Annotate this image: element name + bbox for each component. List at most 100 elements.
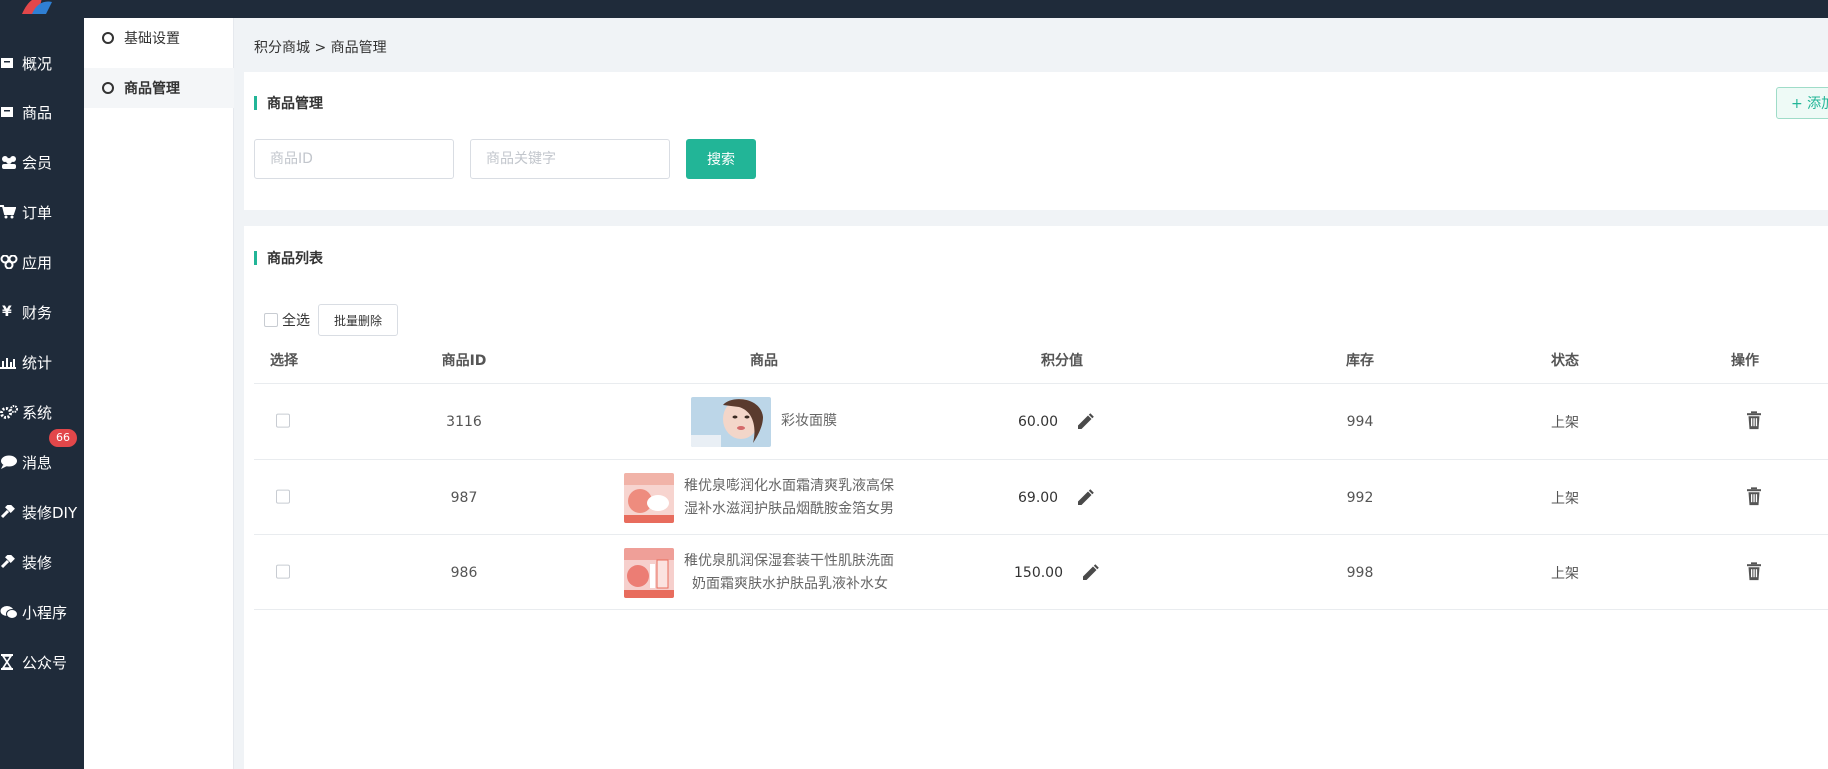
product-name[interactable]: 稚优泉嘭润化水面霜清爽乳液高保 湿补水滋润护肤品烟酰胺金箔女男 (684, 475, 894, 521)
subnav-item-label: 基础设置 (124, 31, 180, 47)
sidebar-item-label: 系统 (22, 403, 53, 422)
row-checkbox[interactable] (276, 564, 290, 579)
table-row: 3116 彩妆面膜 60.00 994 上架 (244, 384, 1828, 459)
apps-icon (0, 255, 20, 269)
product-cell: 稚优泉肌润保湿套装干性肌肤洗面 奶面霜爽肤水护肤品乳液补水女 (624, 547, 894, 598)
trash-icon[interactable] (1746, 410, 1762, 429)
batch-delete-button[interactable]: 批量删除 (318, 304, 398, 336)
brand-logo (22, 0, 52, 14)
subnav-item-label: 商品管理 (124, 81, 180, 97)
column-header-select: 选择 (270, 353, 298, 369)
product-thumbnail (624, 547, 674, 598)
sidebar-item-stats[interactable]: 统计 (0, 346, 84, 378)
divider (254, 609, 1828, 610)
list-title: 商品列表 (267, 251, 323, 267)
pencil-icon[interactable] (1081, 563, 1099, 582)
message-count-badge: 66 (49, 429, 77, 447)
points-cell: 69.00 (1018, 488, 1094, 507)
sidebar-item-messages[interactable]: 消息 (0, 446, 84, 478)
filter-card: 商品管理 + 添加 搜索 (244, 72, 1828, 210)
product-cell: 彩妆面膜 (691, 396, 837, 447)
sidebar-item-label: 统计 (22, 353, 53, 372)
product-name[interactable]: 彩妆面膜 (781, 410, 837, 433)
list-toolbar: 全选 批量删除 (264, 304, 398, 336)
sidebar-item-decor[interactable]: 装修 (0, 546, 84, 578)
subnav-item-goods-management[interactable]: 商品管理 (84, 68, 234, 108)
product-name-line: 奶面霜爽肤水护肤品乳液补水女 (692, 575, 888, 592)
box-icon (0, 105, 20, 119)
sidebar-item-label: 商品 (22, 103, 53, 122)
hammer-icon (0, 555, 20, 569)
yen-icon: ¥ (2, 304, 12, 320)
table-row: 987 稚优泉嘭润化水面霜清爽乳液高保 湿补水滋润护肤品烟酰胺金箔女男 69.0… (244, 460, 1828, 535)
product-keyword-input[interactable] (470, 139, 670, 179)
users-icon (0, 155, 20, 169)
box-icon (0, 56, 20, 70)
section-title: 商品列表 (254, 248, 323, 268)
hourglass-icon (0, 654, 20, 670)
points-cell: 150.00 (1014, 563, 1099, 582)
sidebar-item-system[interactable]: 系统 (0, 396, 84, 428)
sub-sidebar: 基础设置 商品管理 (84, 18, 234, 769)
sidebar-item-label: 公众号 (22, 653, 68, 672)
sidebar-item-miniprogram[interactable]: 小程序 (0, 596, 84, 628)
status-value: 上架 (1551, 414, 1579, 431)
product-name-line: 彩妆面膜 (781, 413, 837, 429)
trash-icon[interactable] (1746, 561, 1762, 580)
subnav-item-basic-settings[interactable]: 基础设置 (84, 18, 234, 58)
column-header-status: 状态 (1551, 353, 1579, 369)
sidebar-item-official-account[interactable]: 公众号 (0, 646, 84, 678)
status-value: 上架 (1551, 490, 1579, 507)
column-header-product: 商品 (750, 353, 778, 369)
sidebar-item-label: 应用 (22, 253, 53, 272)
sidebar-item-goods[interactable]: 商品 (0, 96, 84, 128)
product-name-line: 稚优泉嘭润化水面霜清爽乳液高保 (684, 477, 894, 494)
sidebar-item-label: 会员 (22, 153, 53, 172)
title-accent-bar (254, 96, 257, 110)
row-checkbox[interactable] (276, 489, 290, 504)
sidebar-item-overview[interactable]: 概况 (0, 47, 84, 79)
filter-title: 商品管理 (267, 96, 323, 112)
select-all-checkbox[interactable] (264, 313, 278, 327)
points-value: 60.00 (1018, 413, 1059, 430)
sidebar-item-label: 财务 (22, 303, 53, 322)
stock-value: 992 (1346, 489, 1374, 506)
column-header-id: 商品ID (441, 353, 487, 369)
column-header-actions: 操作 (1731, 353, 1759, 369)
product-name[interactable]: 稚优泉肌润保湿套装干性肌肤洗面 奶面霜爽肤水护肤品乳液补水女 (684, 550, 894, 596)
add-product-button[interactable]: + 添加 (1776, 87, 1828, 119)
sidebar-item-label: 装修DIY (22, 503, 78, 522)
row-checkbox[interactable] (276, 413, 290, 428)
sidebar-item-finance[interactable]: ¥ 财务 (0, 296, 84, 328)
product-id-input[interactable] (254, 139, 454, 179)
select-all-label[interactable]: 全选 (282, 310, 310, 330)
sidebar-item-decor-diy[interactable]: 装修DIY (0, 496, 84, 528)
search-button[interactable]: 搜索 (686, 139, 756, 179)
main-sidebar: 概况 商品 会员 订单 应用 ¥ 财务 统计 系统 消息 装修DIY 装修 小程… (0, 18, 84, 769)
product-id: 987 (450, 489, 478, 506)
sidebar-item-orders[interactable]: 订单 (0, 196, 84, 228)
sidebar-item-members[interactable]: 会员 (0, 146, 84, 178)
sidebar-item-apps[interactable]: 应用 (0, 246, 84, 278)
points-value: 150.00 (1014, 564, 1063, 581)
trash-icon[interactable] (1746, 486, 1762, 505)
wechat-icon (0, 605, 20, 619)
product-name-line: 湿补水滋润护肤品烟酰胺金箔女男 (684, 500, 894, 517)
table-row: 986 稚优泉肌润保湿套装干性肌肤洗面 奶面霜爽肤水护肤品乳液补水女 150.0… (244, 535, 1828, 610)
circle-icon (102, 82, 114, 94)
hammer-icon (0, 505, 20, 519)
sidebar-item-label: 概况 (22, 54, 53, 73)
gears-icon (0, 405, 20, 419)
cart-icon (0, 205, 20, 219)
sidebar-item-label: 订单 (22, 203, 53, 222)
pencil-icon[interactable] (1076, 412, 1094, 431)
sidebar-item-label: 小程序 (22, 603, 68, 622)
product-id: 3116 (446, 413, 482, 430)
bar-chart-icon (0, 355, 20, 369)
status-value: 上架 (1551, 565, 1579, 582)
stock-value: 994 (1346, 413, 1374, 430)
circle-icon (102, 32, 114, 44)
pencil-icon[interactable] (1076, 488, 1094, 507)
chat-icon (0, 455, 20, 469)
sidebar-item-label: 消息 (22, 453, 53, 472)
